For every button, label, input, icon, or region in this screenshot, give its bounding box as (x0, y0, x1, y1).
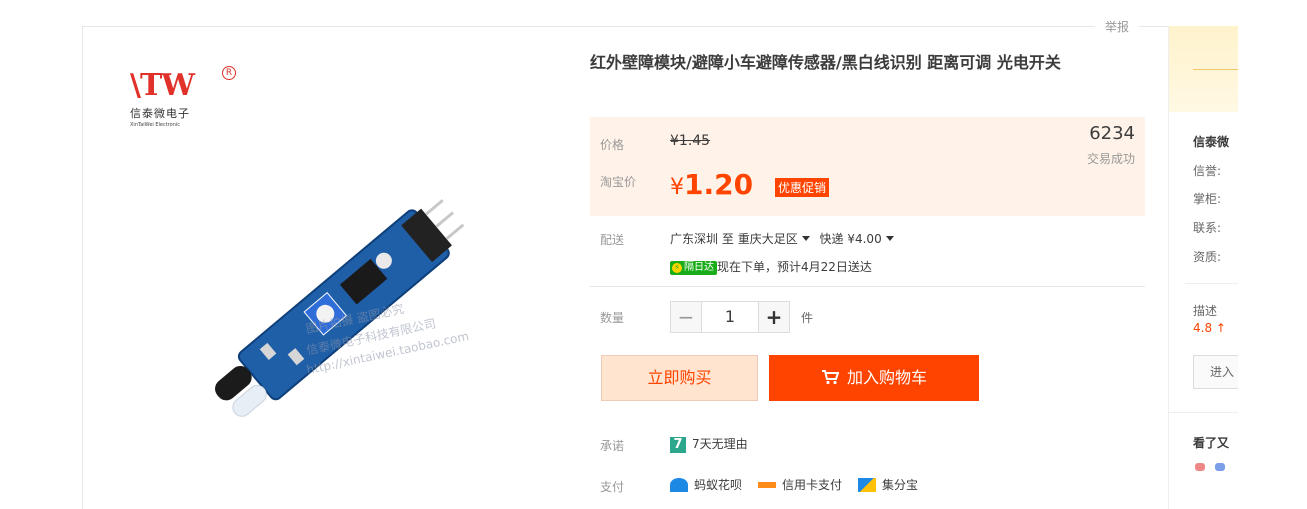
sale-price: ¥1.20 (670, 167, 753, 206)
increase-button[interactable]: + (758, 301, 790, 333)
promo-tag[interactable]: 优惠促销 (775, 178, 830, 197)
quantity-stepper: − 1 + (670, 301, 790, 333)
price-label: 价格 (600, 138, 625, 152)
logo-mark: \TW (130, 68, 195, 103)
sold-count: 6234 (1089, 123, 1135, 144)
ship-method-select[interactable]: 快递 ¥4.00 (820, 232, 900, 246)
cart-icon (821, 370, 839, 385)
promise-label: 承诺 (600, 439, 625, 453)
seller-contact-label: 联系: (1193, 221, 1222, 235)
buy-now-button[interactable]: 立即购买 (601, 355, 758, 401)
sale-price-value: 1.20 (684, 168, 754, 201)
sensor-module-illustration (215, 199, 465, 417)
shipping-label: 配送 (600, 233, 625, 247)
quantity-unit: 件 (801, 311, 814, 325)
product-thumbnail[interactable] (1215, 463, 1225, 471)
payment-jifenbao[interactable]: 集分宝 (858, 476, 918, 493)
jifenbao-icon (858, 477, 877, 492)
seller-owner-label: 掌柜: (1193, 192, 1222, 206)
quantity-label: 数量 (600, 311, 625, 325)
lightning-icon: ⚡ (672, 262, 682, 273)
seller-name[interactable]: 信泰微 (1193, 133, 1229, 150)
report-link[interactable]: 举报 (1095, 18, 1140, 35)
also-viewed-thumbs (1195, 463, 1225, 471)
sold-label: 交易成功 (1086, 152, 1135, 166)
divider (1185, 283, 1238, 284)
desc-score-value: 4.8 ↑ (1193, 321, 1226, 335)
payment-label: 支付 (600, 480, 625, 494)
product-title: 红外壁障模块/避障小车避障传感器/黑白线识别 距离可调 光电开关 (590, 53, 1061, 72)
currency-symbol: ¥ (670, 175, 684, 200)
payment-credit-card[interactable]: 信用卡支付 (758, 476, 842, 493)
taobao-price-label: 淘宝价 (600, 175, 637, 189)
registered-mark-icon: R (222, 66, 236, 80)
product-thumbnail[interactable] (1195, 463, 1205, 471)
also-viewed-title: 看了又 (1193, 436, 1230, 450)
brand-logo: \TW R 信泰微电子 XinTaiWei Electronic (130, 66, 236, 128)
ship-destination-select[interactable]: 重庆大足区 (738, 232, 816, 246)
ship-to-word: 至 (721, 232, 734, 246)
chevron-down-icon (885, 236, 894, 241)
divider (590, 286, 1145, 287)
delivery-eta: ⚡ 隔日达 现在下单，预计4月22日送达 (670, 258, 872, 275)
payment-huabei[interactable]: 蚂蚁花呗 (670, 476, 742, 493)
ship-from: 广东深圳 (670, 232, 719, 246)
seller-panel: 信泰微 信誉: 掌柜: 联系: 资质: 描述 4.8 ↑ 进入 看了又 (1168, 26, 1238, 509)
promise-item[interactable]: 7 7天无理由 (670, 435, 748, 453)
payment-methods: 蚂蚁花呗 信用卡支付 集分宝 (670, 476, 918, 493)
product-detail: 红外壁障模块/避障小车避障传感器/黑白线识别 距离可调 光电开关 价格 ¥1.4… (590, 40, 1145, 494)
enter-shop-button[interactable]: 进入 (1193, 355, 1238, 389)
huabei-icon (670, 477, 688, 492)
divider (1169, 412, 1238, 413)
seller-banner (1169, 26, 1238, 112)
original-price: ¥1.45 (670, 133, 711, 149)
add-to-cart-label: 加入购物车 (846, 368, 927, 387)
nextday-badge: ⚡ 隔日达 (670, 260, 717, 275)
price-box: 价格 ¥1.45 淘宝价 ¥1.20 优惠促销 6234 交易成功 (590, 117, 1145, 216)
logo-chinese-name: 信泰微电子 (130, 107, 190, 120)
decrease-button[interactable]: − (670, 301, 702, 333)
logo-english-name: XinTaiWei Electronic (130, 122, 181, 128)
chevron-down-icon (801, 236, 810, 241)
shipping-line: 广东深圳 至 重庆大足区 快递 ¥4.00 (670, 230, 900, 247)
seller-qualification-label: 资质: (1193, 250, 1222, 264)
credit-card-icon (758, 478, 777, 491)
promise-text: 7天无理由 (692, 437, 748, 451)
desc-score-label: 描述 (1193, 304, 1218, 318)
quantity-input[interactable]: 1 (702, 301, 758, 333)
eta-text: 现在下单，预计4月22日送达 (717, 260, 872, 274)
add-to-cart-button[interactable]: 加入购物车 (769, 355, 979, 401)
seven-day-return-icon: 7 (670, 436, 686, 453)
seller-credit-label: 信誉: (1193, 164, 1222, 178)
product-main-image[interactable]: \TW R 信泰微电子 XinTaiWei Electronic 图片拍摄 盗图… (90, 48, 570, 488)
